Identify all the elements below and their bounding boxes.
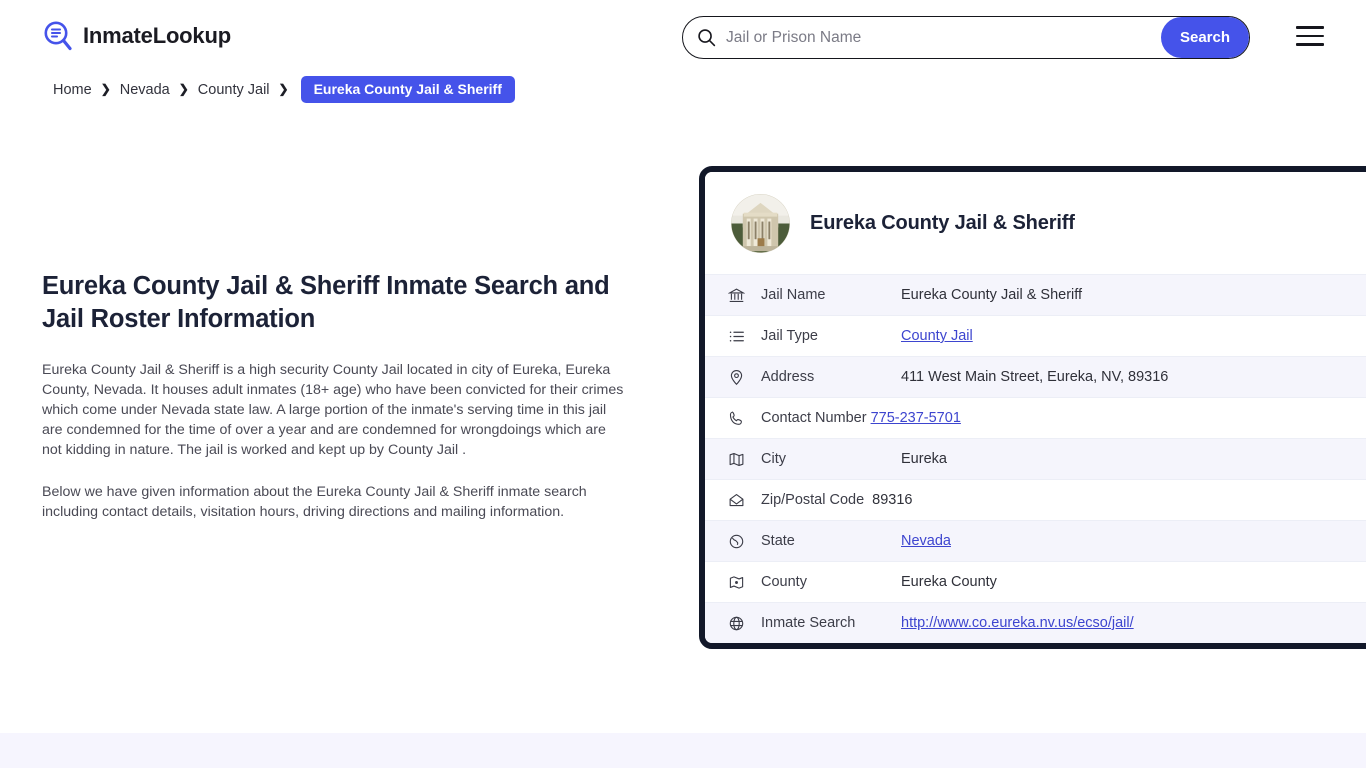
jail-info-card: Eureka County Jail & Sheriff Jail Name E… [699, 166, 1366, 649]
magnifier-list-icon [42, 20, 74, 52]
envelope-icon [728, 492, 745, 509]
brand-logo-link[interactable]: InmateLookup [42, 20, 231, 52]
table-row: County Eureka County [705, 561, 1366, 602]
row-label: Inmate Search [761, 615, 901, 631]
table-row: Zip/Postal Code 89316 [705, 479, 1366, 520]
search-icon [697, 28, 716, 47]
row-label: Contact Number [761, 410, 867, 426]
row-value-link[interactable]: http://www.co.eureka.nv.us/ecso/jail/ [901, 615, 1134, 631]
table-row: Jail Name Eureka County Jail & Sheriff [705, 274, 1366, 315]
row-value: 411 West Main Street, Eureka, NV, 89316 [901, 369, 1168, 385]
breadcrumb-item-nevada[interactable]: Nevada [120, 82, 170, 98]
row-value: Eureka [901, 451, 947, 467]
hamburger-menu-icon[interactable] [1296, 26, 1324, 46]
main-content: Eureka County Jail & Sheriff Inmate Sear… [42, 270, 632, 544]
breadcrumb-item-home[interactable]: Home [53, 82, 92, 98]
row-label: State [761, 533, 901, 549]
table-row: Contact Number 775-237-5701 [705, 397, 1366, 438]
row-value: 89316 [872, 492, 912, 508]
table-row: State Nevada [705, 520, 1366, 561]
table-row: Jail Type County Jail [705, 315, 1366, 356]
row-value-link[interactable]: 775-237-5701 [871, 410, 961, 426]
location-pin-icon [728, 369, 745, 386]
list-icon [728, 328, 745, 345]
row-value-link[interactable]: Nevada [901, 533, 951, 549]
row-value: Eureka County Jail & Sheriff [901, 287, 1082, 303]
row-value: Eureka County [901, 574, 997, 590]
map-icon [728, 451, 745, 468]
row-label: Zip/Postal Code [761, 492, 864, 508]
table-row: Inmate Search http://www.co.eureka.nv.us… [705, 602, 1366, 643]
search-input[interactable] [716, 29, 1161, 47]
footer-strip [0, 733, 1366, 768]
search-bar[interactable]: Search [682, 16, 1250, 59]
chevron-right-icon: ❯ [101, 82, 111, 96]
description-paragraph-1: Eureka County Jail & Sheriff is a high s… [42, 360, 627, 460]
globe-pin-icon [728, 533, 745, 550]
globe-icon [728, 615, 745, 632]
site-header: InmateLookup Search [0, 0, 1366, 75]
row-label: County [761, 574, 901, 590]
chevron-right-icon: ❯ [179, 82, 189, 96]
bank-icon [728, 287, 745, 304]
card-header: Eureka County Jail & Sheriff [705, 172, 1366, 274]
map-pin-icon [728, 574, 745, 591]
row-label: City [761, 451, 901, 467]
chevron-right-icon: ❯ [279, 82, 289, 96]
brand-name: InmateLookup [83, 23, 231, 49]
table-row: City Eureka [705, 438, 1366, 479]
card-title: Eureka County Jail & Sheriff [810, 212, 1075, 235]
courthouse-photo [731, 194, 790, 253]
row-label: Jail Type [761, 328, 901, 344]
row-label: Address [761, 369, 901, 385]
breadcrumb: Home ❯ Nevada ❯ County Jail ❯ Eureka Cou… [53, 76, 515, 103]
search-button[interactable]: Search [1161, 17, 1249, 58]
row-label: Jail Name [761, 287, 901, 303]
row-value-link[interactable]: County Jail [901, 328, 973, 344]
breadcrumb-current: Eureka County Jail & Sheriff [301, 76, 515, 103]
description-paragraph-2: Below we have given information about th… [42, 482, 627, 522]
phone-icon [728, 410, 745, 427]
jail-details-table: Jail Name Eureka County Jail & Sheriff J… [705, 274, 1366, 643]
table-row: Address 411 West Main Street, Eureka, NV… [705, 356, 1366, 397]
page-title: Eureka County Jail & Sheriff Inmate Sear… [42, 270, 632, 336]
breadcrumb-item-county-jail[interactable]: County Jail [198, 82, 270, 98]
